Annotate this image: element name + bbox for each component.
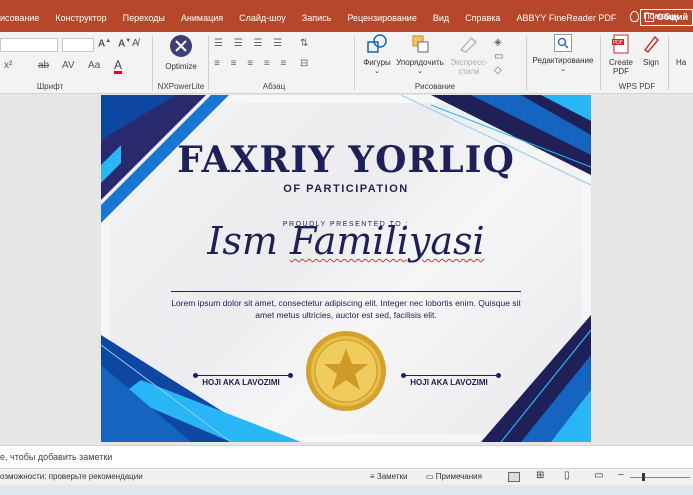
recipient-name: Ism Familiyasi <box>101 219 591 263</box>
name-underline <box>171 291 521 292</box>
group-separator <box>354 36 355 90</box>
slideshow-icon[interactable]: ▭ <box>594 470 603 481</box>
comments-toggle-button[interactable]: ▭ Примечания <box>426 472 482 481</box>
tab-slideshow[interactable]: Слайд-шоу <box>231 0 294 32</box>
tab-drawing[interactable]: исование <box>0 0 47 32</box>
arrange-label: Упорядочить <box>396 58 444 67</box>
slide-workspace: FAXRIY YORLIQ OF PARTICIPATION PROUDLY P… <box>0 95 693 445</box>
signature-line-right <box>404 375 496 376</box>
share-label: Общий <box>656 12 688 22</box>
group-separator <box>600 36 601 90</box>
sign-button[interactable]: Sign <box>638 34 664 67</box>
grow-font-icon[interactable]: A▲ <box>98 38 111 49</box>
tab-record[interactable]: Запись <box>294 0 340 32</box>
sign-icon <box>643 35 659 53</box>
optimize-label: Optimize <box>165 62 197 71</box>
tab-transitions[interactable]: Переходы <box>115 0 173 32</box>
shape-fill-icons[interactable]: ◈ ▭ ◇ <box>494 36 503 78</box>
editing-label: Редактирование <box>532 56 594 65</box>
tab-abbyy[interactable]: ABBYY FineReader PDF <box>508 0 624 32</box>
font-size-box[interactable] <box>62 38 94 52</box>
shapes-icon <box>367 34 387 53</box>
comment-icon: ▭ <box>426 472 436 481</box>
signer-right: HOJI AKA LAVOZIMI <box>410 378 488 387</box>
slide-canvas[interactable]: FAXRIY YORLIQ OF PARTICIPATION PROUDLY P… <box>101 95 591 442</box>
arrange-icon <box>412 35 429 53</box>
tab-view[interactable]: Вид <box>425 0 457 32</box>
tab-review[interactable]: Рецензирование <box>339 0 425 32</box>
text-direction-icon[interactable]: ⇅ <box>300 38 308 49</box>
zoom-out-icon[interactable]: − <box>618 470 624 481</box>
editing-button[interactable]: Редактирование ⌄ <box>530 34 596 73</box>
svg-text:PDF: PDF <box>613 40 623 46</box>
zoom-slider[interactable] <box>630 477 690 478</box>
font-name-box[interactable] <box>0 38 58 52</box>
slide-sorter-icon[interactable]: ⊞ <box>536 470 544 481</box>
align-text-icon[interactable]: ⊟ <box>300 58 308 69</box>
lightbulb-icon <box>630 10 640 22</box>
reading-view-icon[interactable]: ▯ <box>564 470 570 481</box>
signature-line-left <box>196 375 288 376</box>
tab-help[interactable]: Справка <box>457 0 508 32</box>
recipient-first-name: Ism <box>207 219 278 263</box>
nxpowerlite-group-label: NXPowerLite <box>157 82 205 91</box>
create-pdf-label: Create PDF <box>608 58 633 76</box>
notes-toggle-button[interactable]: ≡ Заметки <box>370 472 408 481</box>
notes-pane[interactable]: е, чтобы добавить заметки <box>0 445 693 468</box>
change-case-icon[interactable]: Aa <box>88 60 100 71</box>
group-separator <box>668 36 669 90</box>
group-separator <box>526 36 527 90</box>
normal-view-icon[interactable] <box>508 472 520 482</box>
font-group-label: Шрифт <box>36 82 64 91</box>
arrange-button[interactable]: Упорядочить ⌄ <box>396 34 444 75</box>
bullets-icon[interactable]: ☰ ☰ ☰ ☰ <box>214 38 286 49</box>
optimize-button[interactable]: Optimize <box>160 34 202 71</box>
ribbon-body: A▲ A▼ A̸ x² ab AV Aa A Шрифт Optimize NX… <box>0 32 693 94</box>
group-separator <box>152 36 153 90</box>
recipient-last-name: Familiyasi <box>289 219 485 263</box>
shapes-button[interactable]: Фигуры ⌄ <box>358 34 396 75</box>
shrink-font-icon[interactable]: A▼ <box>118 38 131 49</box>
notes-placeholder: е, чтобы добавить заметки <box>0 452 113 462</box>
wps-group-label: WPS PDF <box>618 82 656 91</box>
align-icons[interactable]: ≡ ≡ ≡ ≡ ≡ <box>214 58 290 69</box>
signer-left: HOJI AKA LAVOZIMI <box>202 378 280 387</box>
spacing-icon[interactable]: AV <box>62 60 75 71</box>
quick-styles-icon <box>459 36 478 53</box>
quick-styles-label: Экспресс-стили <box>450 58 488 76</box>
drawing-group-label: Рисование <box>414 82 456 91</box>
strikethrough-icon[interactable]: ab <box>38 60 49 71</box>
font-color-icon[interactable]: A <box>114 59 123 74</box>
certificate-subtitle: OF PARTICIPATION <box>283 183 409 195</box>
share-icon <box>644 13 654 22</box>
os-taskbar <box>0 485 693 495</box>
search-icon <box>554 34 572 52</box>
certificate-body-text: Lorem ipsum dolor sit amet, consectetur … <box>171 298 521 320</box>
sign-label: Sign <box>642 58 659 67</box>
status-bar: озможности: проверьте рекомендации ≡ Зам… <box>0 468 693 485</box>
pdf-icon: PDF <box>612 34 629 54</box>
quick-styles-button[interactable]: Экспресс-стили <box>446 34 492 76</box>
optimize-icon <box>170 35 192 57</box>
shapes-label: Фигуры <box>363 58 391 67</box>
comments-toggle-label: Примечания <box>435 472 482 481</box>
tab-animations[interactable]: Анимация <box>173 0 231 32</box>
share-button[interactable]: Общий <box>639 9 693 26</box>
notes-icon: ≡ <box>370 472 377 481</box>
accessibility-status[interactable]: озможности: проверьте рекомендации <box>0 472 143 481</box>
superscript-icon[interactable]: x² <box>4 60 12 71</box>
paragraph-group-label: Абзац <box>262 82 286 91</box>
certificate-title: FAXRIY YORLIQ <box>177 139 515 181</box>
notes-toggle-label: Заметки <box>376 472 408 481</box>
zoom-slider-handle[interactable] <box>642 473 645 481</box>
group-separator <box>208 36 209 90</box>
create-pdf-button[interactable]: PDF Create PDF <box>604 34 638 76</box>
right-cut-label: На <box>676 58 687 67</box>
tab-design[interactable]: Конструктор <box>47 0 114 32</box>
ribbon-tab-bar: исование Конструктор Переходы Анимация С… <box>0 0 693 32</box>
clear-format-icon[interactable]: A̸ <box>132 38 139 49</box>
